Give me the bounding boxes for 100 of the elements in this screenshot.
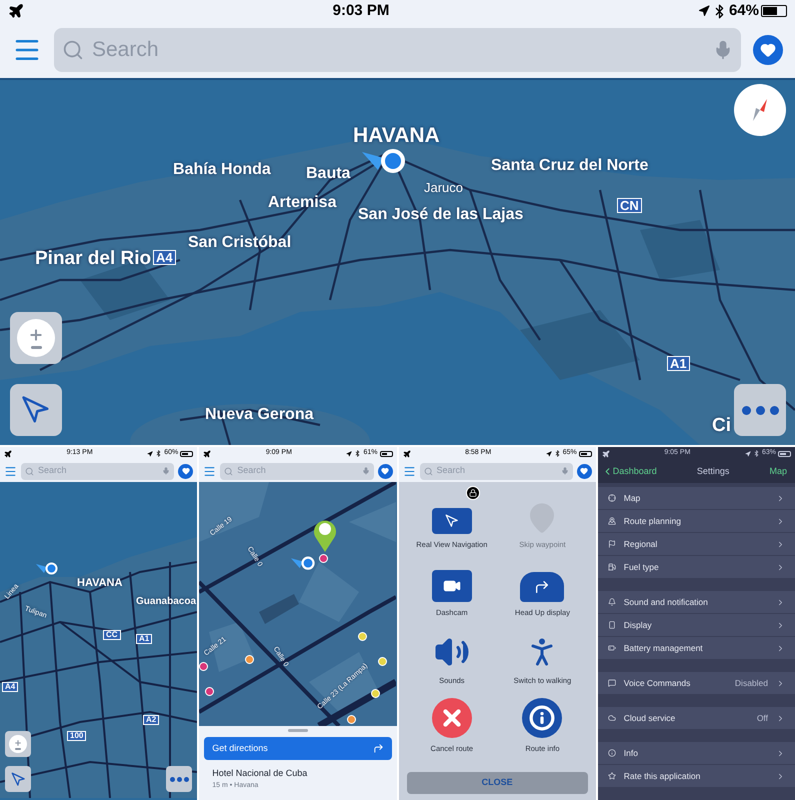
battery-icon <box>180 450 194 456</box>
bluetooth-icon <box>155 450 162 457</box>
cancel-icon <box>432 698 472 738</box>
map-view[interactable]: HAVANA Bahía Honda Bauta Santa Cruz del Norte Jaruco Artemisa San José de las Lajas CN San Cristóbal Pinar del Rio A4 A1 Nueva Gerona Ci <box>0 80 795 445</box>
bell-icon <box>608 598 616 606</box>
road-number-sign: A4 <box>153 250 176 265</box>
settings-row[interactable]: Fuel type <box>598 556 795 579</box>
turn-arrow-icon <box>372 743 384 754</box>
favorites-button[interactable] <box>576 464 592 478</box>
battery-icon <box>760 5 787 17</box>
menu-icon[interactable] <box>402 464 416 478</box>
road-number-sign: A2 <box>143 715 160 725</box>
road-number-sign: CC <box>103 630 121 640</box>
camera-icon <box>432 570 472 602</box>
chevron-icon <box>776 714 785 722</box>
screen-title: Settings <box>696 464 730 478</box>
menu-icon[interactable] <box>203 464 216 478</box>
zoom-button[interactable] <box>10 312 62 364</box>
search-bar[interactable]: Search <box>21 462 174 480</box>
bluetooth-icon <box>354 450 362 457</box>
current-location-icon <box>36 562 58 575</box>
battery-icon <box>380 450 392 456</box>
fuel-icon <box>608 563 616 571</box>
settings-row[interactable]: Route planning <box>598 510 795 533</box>
star-icon <box>608 772 616 780</box>
more-button[interactable] <box>734 384 786 436</box>
minus-icon <box>30 346 42 349</box>
settings-row[interactable]: Rate this application <box>598 765 795 788</box>
map-place-label: San José de las Lajas <box>358 205 524 225</box>
settings-row[interactable]: Voice Commands Disabled <box>598 672 795 695</box>
settings-row[interactable]: Map <box>598 487 795 510</box>
map-place-label: Pinar del Rio <box>35 247 152 271</box>
chevron-icon <box>776 598 785 606</box>
chevron-icon <box>776 516 785 526</box>
battery-icon <box>608 644 616 652</box>
settings-row[interactable]: Regional <box>598 533 795 556</box>
speech-icon <box>608 679 616 687</box>
map-link[interactable]: Map <box>769 464 791 478</box>
chevron-icon <box>776 494 785 502</box>
map-place-label: San Cristóbal <box>188 233 292 253</box>
road-number-sign: 100 <box>67 731 86 741</box>
map-pin-icon[interactable] <box>313 518 338 552</box>
map-place-label: Ci <box>712 414 731 438</box>
chevron-icon <box>776 678 785 688</box>
pin-icon <box>608 517 616 525</box>
settings-row[interactable]: Sound and notification <box>598 591 795 614</box>
battery-icon <box>778 450 791 456</box>
favorites-button[interactable] <box>753 35 783 65</box>
get-directions-button[interactable]: Get directions <box>204 737 392 760</box>
map-place-label: Nueva Gerona <box>205 405 314 425</box>
map-place-label: HAVANA <box>77 576 122 591</box>
search-bar[interactable]: Search <box>420 462 573 480</box>
settings-row[interactable]: Cloud service Off <box>598 707 795 730</box>
sheet-handle[interactable] <box>288 729 308 732</box>
setting-value: Off <box>756 712 768 724</box>
airplane-icon <box>602 450 610 458</box>
settings-row[interactable]: Battery management <box>598 637 795 660</box>
road-number-sign: A1 <box>667 356 690 371</box>
airplane-icon <box>203 450 212 458</box>
search-bar[interactable]: Search <box>54 28 741 72</box>
heart-icon <box>381 467 389 475</box>
compass-button[interactable] <box>734 84 786 136</box>
info-icon <box>608 749 616 757</box>
chevron-icon <box>776 620 785 630</box>
plus-icon <box>14 738 22 746</box>
road-number-sign: A1 <box>136 634 152 644</box>
back-button[interactable]: Dashboard <box>602 464 657 478</box>
chevron-icon <box>776 540 785 548</box>
crosshair-icon <box>608 494 616 502</box>
location-arrow-icon <box>744 450 751 456</box>
favorites-button[interactable] <box>178 464 194 478</box>
search-icon <box>224 466 234 476</box>
chevron-icon <box>776 772 785 780</box>
current-location-icon <box>291 556 316 570</box>
settings-row[interactable]: Display <box>598 614 795 637</box>
locate-button[interactable] <box>5 766 31 792</box>
heart-icon <box>182 467 190 475</box>
search-icon <box>62 39 84 61</box>
map-place-label: Guanabacoa <box>136 595 196 609</box>
settings-row[interactable]: Info <box>598 742 795 765</box>
locate-button[interactable] <box>10 384 62 436</box>
bluetooth-icon <box>752 450 760 457</box>
heart-icon <box>760 42 776 58</box>
road-number-sign: A4 <box>2 682 18 692</box>
battery-percent: 64% <box>728 0 759 21</box>
airplane-icon <box>402 450 410 458</box>
info-icon <box>522 698 562 738</box>
battery-icon <box>578 450 592 456</box>
place-name: Hotel Nacional de Cuba <box>211 767 308 780</box>
location-arrow-icon <box>10 772 26 786</box>
search-bar[interactable]: Search <box>220 462 374 480</box>
map-place-label: HAVANA <box>353 123 440 149</box>
plus-icon <box>28 327 44 343</box>
flag-icon <box>608 540 616 548</box>
zoom-button[interactable] <box>5 731 31 757</box>
search-icon <box>424 466 432 476</box>
menu-icon[interactable] <box>4 464 17 478</box>
favorites-button[interactable] <box>378 464 392 478</box>
more-button[interactable] <box>166 766 192 792</box>
chevron-icon <box>776 562 785 572</box>
